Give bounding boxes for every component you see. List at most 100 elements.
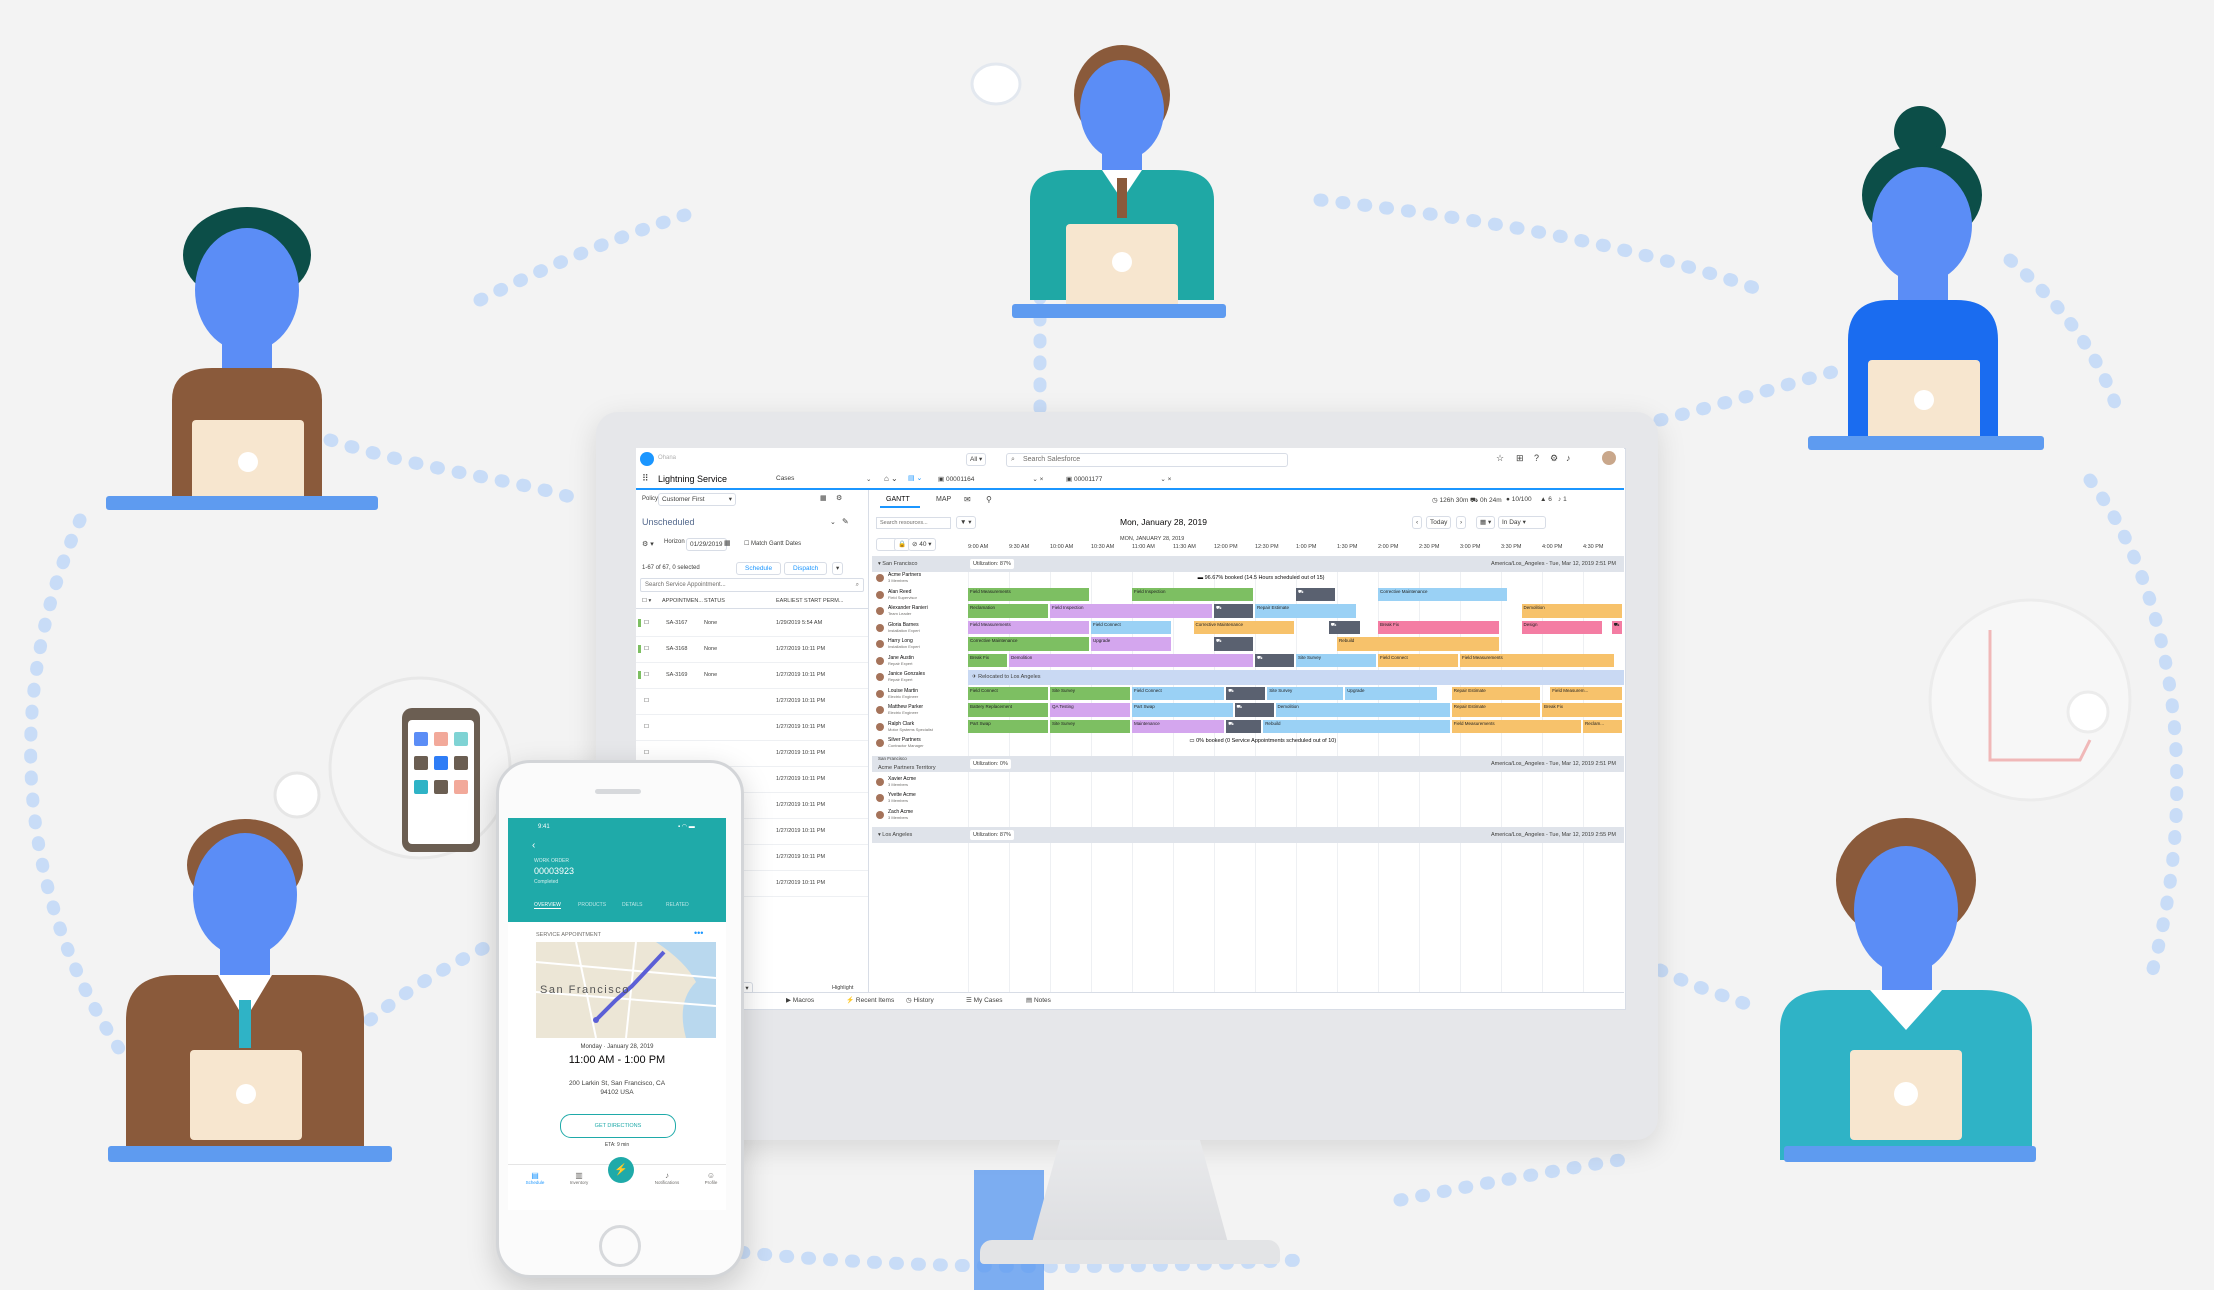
appointment-bar[interactable]: Demolition [1275, 703, 1450, 717]
next-day-button[interactable]: › [1456, 516, 1467, 529]
select-all-checkbox[interactable]: ☐ ▾ [642, 594, 651, 608]
policy-select[interactable]: Customer First ▾ [658, 493, 736, 506]
appointment-bar[interactable]: Site Survey [1296, 653, 1376, 667]
tab-map[interactable]: MAP [936, 496, 951, 503]
table-row[interactable]: ☐ SA-3167 None 1/29/2019 5:54 AM [636, 610, 868, 637]
appointment-bar[interactable]: Part Swap [968, 719, 1048, 733]
gear-small-icon[interactable]: ⚙ [836, 494, 842, 502]
utility-item-notes[interactable]: ▤ Notes [1026, 993, 1051, 1008]
appointment-bar[interactable]: Field Measurements [968, 620, 1089, 634]
nav-tab-active[interactable]: ▤ ⌄ [908, 474, 922, 482]
get-directions-button[interactable]: GET DIRECTIONS [560, 1114, 676, 1138]
today-button[interactable]: Today [1426, 516, 1452, 529]
filter-settings-icon[interactable]: ⚙ ▾ [642, 540, 654, 548]
appointment-bar[interactable]: ⛟ [1255, 653, 1294, 667]
calendar-icon[interactable]: ▦ [820, 494, 827, 502]
appointment-bar[interactable]: Field Connect [1091, 620, 1171, 634]
resource-row[interactable]: Louise Martin Electric Engineer [872, 686, 968, 703]
tab-case-1[interactable]: ▣ 00001164 ⌄ × [938, 475, 1043, 483]
help-icon[interactable]: ? [1534, 453, 1539, 463]
appointment-bar[interactable]: Field Inspection [1050, 604, 1212, 618]
calendar-view-button[interactable]: ▦ ▾ [1476, 516, 1496, 529]
utility-item-macros[interactable]: ▶ Macros [786, 993, 814, 1008]
resource-row[interactable]: Matthew Parker Electric Engineer [872, 702, 968, 719]
row-checkbox[interactable]: ☐ [644, 688, 649, 714]
unscheduled-title[interactable]: Unscheduled [642, 517, 695, 527]
match-gantt-checkbox[interactable]: ☐ Match Gantt Dates [744, 540, 801, 547]
appointment-bar[interactable]: Corrective Maintenance [1193, 620, 1294, 634]
favorites-icon[interactable]: ☆ [1496, 453, 1504, 464]
appointment-bar[interactable]: Reclam... [1583, 719, 1622, 733]
appointment-bar[interactable]: Break Fix [1378, 620, 1499, 634]
appointment-bar[interactable]: Battery Replacement [968, 703, 1048, 717]
appointment-bar[interactable]: ⛟ [1296, 587, 1335, 601]
col-status[interactable]: STATUS [704, 594, 725, 608]
appointment-bar[interactable]: ⛟ [1328, 620, 1360, 634]
chevron-down-icon[interactable]: ⌄ [830, 518, 836, 526]
edit-icon[interactable]: ✎ [842, 517, 849, 526]
appointment-bar[interactable]: Field Measurem... [1550, 686, 1622, 700]
appointment-bar[interactable]: Site Survey [1050, 686, 1130, 700]
nav-object-dropdown[interactable]: Cases ⌄ [776, 475, 874, 483]
resource-row[interactable]: Alan Reed Field Supervisor [872, 587, 968, 604]
appointment-bar[interactable]: Field Connect [1378, 653, 1458, 667]
add-icon[interactable]: ⊞ [1516, 453, 1524, 464]
utility-item-history[interactable]: ◷ History [906, 993, 934, 1008]
appointment-bar[interactable]: Rebuild [1337, 637, 1499, 651]
appointment-bar[interactable]: Break Fix [1542, 703, 1622, 717]
territory-row[interactable]: San Francisco Acme Partners Territory Util… [872, 755, 1624, 772]
appointment-bar[interactable]: Field Measurements [1451, 719, 1581, 733]
utility-item-my-cases[interactable]: ☰ My Cases [966, 993, 1003, 1008]
appointment-bar[interactable]: Field Measurements [968, 587, 1089, 601]
resource-row[interactable]: Ralph Clark Motor Systems Specialist [872, 719, 968, 736]
row-checkbox[interactable]: ☐ [644, 636, 649, 662]
appointment-bar[interactable]: Break Fix [968, 653, 1007, 667]
row-checkbox[interactable]: ☐ [644, 610, 649, 636]
table-row[interactable]: ☐ 1/27/2019 10:11 PM [636, 688, 868, 715]
org-logo-icon[interactable] [640, 452, 654, 466]
appointment-bar[interactable]: ⛟ [1226, 686, 1266, 700]
table-row[interactable]: ☐ 1/27/2019 10:11 PM [636, 714, 868, 741]
gear-icon[interactable]: ⚙ [1550, 453, 1558, 464]
row-checkbox[interactable]: ☐ [644, 714, 649, 740]
phone-tab[interactable]: RELATED [666, 902, 689, 908]
search-scope-dropdown[interactable]: All ▾ [966, 453, 987, 466]
dispatch-button[interactable]: Dispatch [784, 562, 828, 575]
phone-tab[interactable]: PRODUCTS [578, 902, 606, 908]
avatar[interactable] [1602, 451, 1616, 465]
resource-row[interactable]: Jane Austin Repair Expert [872, 653, 968, 670]
resource-row[interactable]: Harry Long Installation Expert [872, 636, 968, 653]
phone-nav-item[interactable]: ♪ Notifications [650, 1171, 684, 1185]
appointment-bar[interactable]: Site Survey [1050, 719, 1130, 733]
prev-day-button[interactable]: ‹ [1412, 516, 1423, 529]
table-row[interactable]: ☐ SA-3169 None 1/27/2019 10:11 PM [636, 662, 868, 689]
location-pin-icon[interactable]: ⚲ [986, 495, 992, 504]
more-icon[interactable]: ••• [694, 928, 703, 938]
territory-row[interactable]: ▾ San Francisco Utilization: 87% America/L… [872, 556, 1624, 572]
resource-row[interactable]: Silver Partners Contractor Manager [872, 735, 968, 752]
territory-row[interactable]: ▾ Los Angeles Utilization: 87% America/Los… [872, 827, 1624, 843]
more-actions-button[interactable]: ▾ [832, 562, 844, 575]
global-search-input[interactable]: ⌕ Search Salesforce [1006, 453, 1288, 467]
appointment-bar[interactable]: Corrective Maintenance [968, 637, 1089, 651]
appointment-bar[interactable]: ⛟ [1214, 637, 1253, 651]
phone-nav-item[interactable]: ▥ Inventory [562, 1171, 596, 1185]
appointment-bar[interactable]: Field Measurements [1460, 653, 1614, 667]
row-checkbox[interactable]: ☐ [644, 662, 649, 688]
appointment-bar[interactable]: Field Inspection [1132, 587, 1253, 601]
appointment-bar[interactable]: Corrective Maintenance [1378, 587, 1508, 601]
action-bolt-icon[interactable]: ⚡ [608, 1157, 634, 1183]
phone-tab[interactable]: OVERVIEW [534, 902, 561, 909]
phone-tab[interactable]: DETAILS [622, 902, 642, 908]
date-picker-icon[interactable]: ▦ [724, 539, 731, 547]
map-thumbnail[interactable]: San Francisco [536, 942, 716, 1038]
appointment-bar[interactable]: Repair Estimate [1451, 686, 1540, 700]
bell-icon[interactable]: ♪ [1566, 453, 1571, 463]
back-icon[interactable]: ‹ [532, 840, 535, 851]
filter-dropdown[interactable]: ▼ ▾ [956, 516, 976, 529]
appointment-bar[interactable]: Part Swap [1132, 703, 1233, 717]
appointment-bar[interactable]: Site Survey [1267, 686, 1344, 700]
resource-row[interactable]: Yvette Acme 3 Members [872, 790, 968, 807]
home-icon[interactable]: ⌂ ⌄ [884, 474, 898, 483]
appointment-bar[interactable]: Field Connect [1132, 686, 1225, 700]
